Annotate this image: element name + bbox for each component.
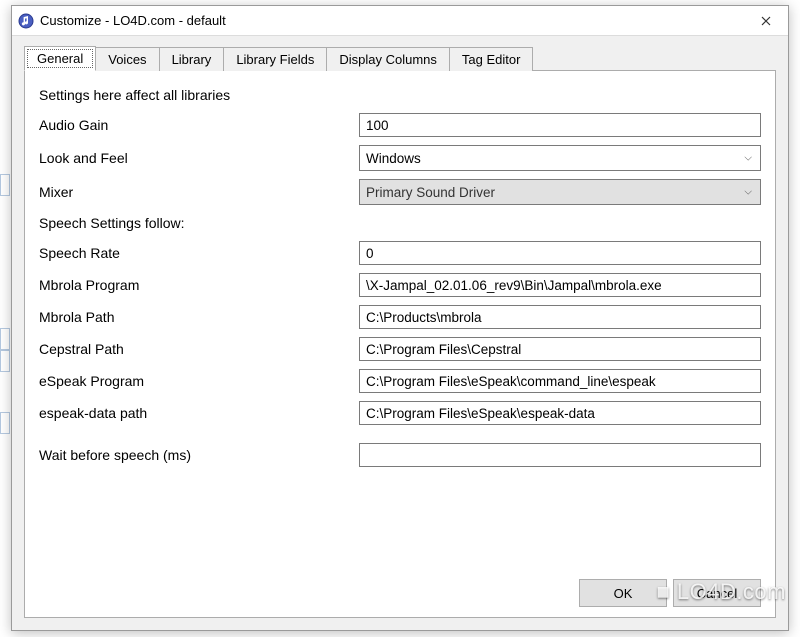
tab-general[interactable]: General bbox=[24, 46, 96, 71]
tab-label: Voices bbox=[108, 52, 146, 67]
ok-button-label: OK bbox=[614, 586, 633, 601]
wait-before-speech-input[interactable] bbox=[359, 443, 761, 467]
speech-rate-input[interactable] bbox=[359, 241, 761, 265]
close-icon bbox=[761, 13, 771, 29]
tab-label: Library bbox=[172, 52, 212, 67]
wait-before-speech-label: Wait before speech (ms) bbox=[39, 447, 359, 463]
music-note-icon bbox=[18, 13, 34, 29]
espeak-data-label: espeak-data path bbox=[39, 405, 359, 421]
tab-panel-general: Settings here affect all libraries Audio… bbox=[24, 70, 776, 618]
cancel-button[interactable]: Cancel bbox=[673, 579, 761, 607]
row-speech-rate: Speech Rate bbox=[39, 241, 761, 265]
cepstral-path-input[interactable] bbox=[359, 337, 761, 361]
row-wait-before-speech: Wait before speech (ms) bbox=[39, 443, 761, 467]
mbrola-path-label: Mbrola Path bbox=[39, 309, 359, 325]
mbrola-program-label: Mbrola Program bbox=[39, 277, 359, 293]
look-feel-select[interactable]: Windows ⌵ bbox=[359, 145, 761, 171]
audio-gain-input[interactable] bbox=[359, 113, 761, 137]
espeak-program-input[interactable] bbox=[359, 369, 761, 393]
chevron-down-icon: ⌵ bbox=[744, 153, 752, 164]
tab-label: Display Columns bbox=[339, 52, 437, 67]
espeak-program-label: eSpeak Program bbox=[39, 373, 359, 389]
row-mixer: Mixer Primary Sound Driver ⌵ bbox=[39, 179, 761, 205]
row-cepstral-path: Cepstral Path bbox=[39, 337, 761, 361]
tab-library-fields[interactable]: Library Fields bbox=[224, 47, 327, 71]
mbrola-program-input[interactable] bbox=[359, 273, 761, 297]
close-button[interactable] bbox=[743, 6, 788, 35]
window-title: Customize - LO4D.com - default bbox=[40, 13, 743, 28]
tab-label: General bbox=[37, 51, 83, 66]
row-espeak-program: eSpeak Program bbox=[39, 369, 761, 393]
tab-label: Library Fields bbox=[236, 52, 314, 67]
client-area: General Voices Library Library Fields Di… bbox=[12, 36, 788, 630]
mixer-label: Mixer bbox=[39, 184, 359, 200]
tabstrip: General Voices Library Library Fields Di… bbox=[24, 46, 776, 71]
tab-label: Tag Editor bbox=[462, 52, 521, 67]
tab-tag-editor[interactable]: Tag Editor bbox=[450, 47, 534, 71]
row-espeak-data: espeak-data path bbox=[39, 401, 761, 425]
section-heading: Speech Settings follow: bbox=[39, 209, 761, 237]
row-audio-gain: Audio Gain bbox=[39, 113, 761, 137]
mbrola-path-input[interactable] bbox=[359, 305, 761, 329]
tab-display-columns[interactable]: Display Columns bbox=[327, 47, 450, 71]
row-look-feel: Look and Feel Windows ⌵ bbox=[39, 145, 761, 171]
button-bar: OK Cancel bbox=[39, 565, 761, 607]
speech-rate-label: Speech Rate bbox=[39, 245, 359, 261]
mixer-select[interactable]: Primary Sound Driver ⌵ bbox=[359, 179, 761, 205]
audio-gain-label: Audio Gain bbox=[39, 117, 359, 133]
look-feel-value: Windows bbox=[366, 151, 421, 166]
row-mbrola-path: Mbrola Path bbox=[39, 305, 761, 329]
tab-library[interactable]: Library bbox=[160, 47, 225, 71]
cepstral-path-label: Cepstral Path bbox=[39, 341, 359, 357]
titlebar: Customize - LO4D.com - default bbox=[12, 6, 788, 36]
chevron-down-icon: ⌵ bbox=[744, 187, 752, 198]
mixer-value: Primary Sound Driver bbox=[366, 185, 495, 200]
tab-voices[interactable]: Voices bbox=[96, 47, 159, 71]
espeak-data-input[interactable] bbox=[359, 401, 761, 425]
customize-dialog: Customize - LO4D.com - default General V… bbox=[11, 5, 789, 631]
row-mbrola-program: Mbrola Program bbox=[39, 273, 761, 297]
look-feel-label: Look and Feel bbox=[39, 150, 359, 166]
cancel-button-label: Cancel bbox=[697, 586, 737, 601]
ok-button[interactable]: OK bbox=[579, 579, 667, 607]
section-heading: Settings here affect all libraries bbox=[39, 81, 761, 109]
